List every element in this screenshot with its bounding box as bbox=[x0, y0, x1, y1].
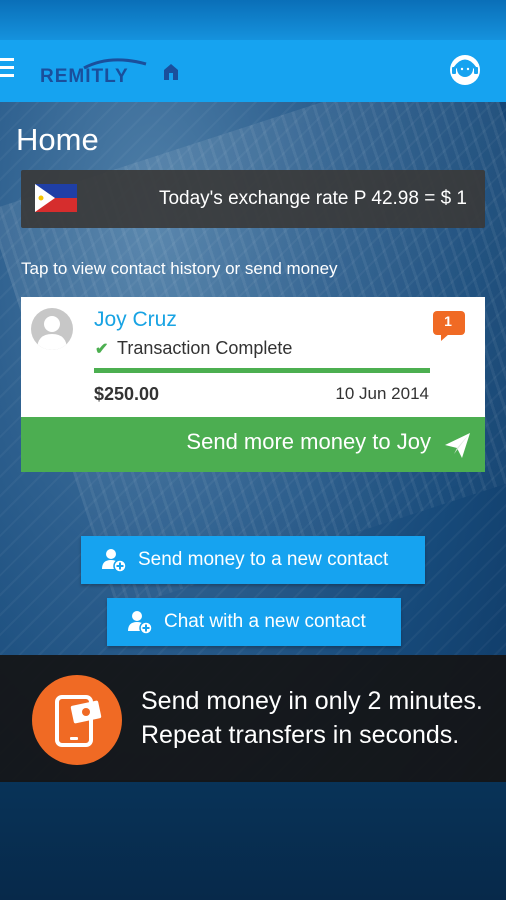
promo-banner[interactable]: Send money in only 2 minutes. Repeat tra… bbox=[0, 655, 506, 782]
chat-contact-icon bbox=[128, 611, 153, 635]
exchange-rate-text: Today's exchange rate P 42.98 = $ 1 bbox=[158, 188, 467, 209]
transaction-status: Transaction Complete bbox=[117, 338, 293, 358]
exchange-rate-bar: Today's exchange rate P 42.98 = $ 1 bbox=[21, 170, 485, 228]
avatar-icon bbox=[37, 316, 67, 350]
send-more-label: Send more money to Joy bbox=[186, 429, 431, 454]
brand-name: REMITLY bbox=[40, 66, 129, 87]
send-new-contact-button[interactable]: Send money to a new contact bbox=[81, 536, 425, 584]
badge-count: 1 bbox=[444, 313, 452, 329]
transaction-date: 10 Jun 2014 bbox=[335, 384, 429, 403]
page-title: Home bbox=[16, 122, 99, 157]
avatar bbox=[31, 308, 73, 350]
promo-line-1: Send money in only 2 minutes. bbox=[141, 687, 483, 715]
status-bar bbox=[0, 0, 506, 40]
paper-plane-icon bbox=[445, 433, 470, 458]
check-icon: ✔ bbox=[95, 341, 109, 358]
send-more-button[interactable]: Send more money to Joy bbox=[21, 417, 485, 472]
support-agent-icon[interactable] bbox=[447, 52, 483, 88]
promo-line-2: Repeat transfers in seconds. bbox=[141, 721, 460, 749]
philippines-flag-icon bbox=[35, 184, 77, 212]
send-new-contact-label: Send money to a new contact bbox=[138, 549, 389, 570]
menu-icon[interactable] bbox=[0, 58, 14, 78]
transaction-progress-fill bbox=[94, 368, 430, 373]
transaction-progress bbox=[94, 368, 430, 373]
add-contact-icon bbox=[102, 549, 127, 573]
chat-new-contact-label: Chat with a new contact bbox=[164, 611, 366, 632]
phone-money-icon bbox=[32, 675, 122, 765]
chat-new-contact-button[interactable]: Chat with a new contact bbox=[107, 598, 401, 646]
contact-card[interactable]: Joy Cruz ✔ Transaction Complete 1 $250.0… bbox=[21, 297, 485, 472]
hint-text: Tap to view contact history or send mone… bbox=[21, 259, 338, 278]
bottom-background bbox=[0, 780, 506, 900]
brand-logo: REMITLY bbox=[40, 56, 180, 88]
transaction-amount: $250.00 bbox=[94, 384, 160, 404]
contact-name: Joy Cruz bbox=[94, 308, 177, 331]
